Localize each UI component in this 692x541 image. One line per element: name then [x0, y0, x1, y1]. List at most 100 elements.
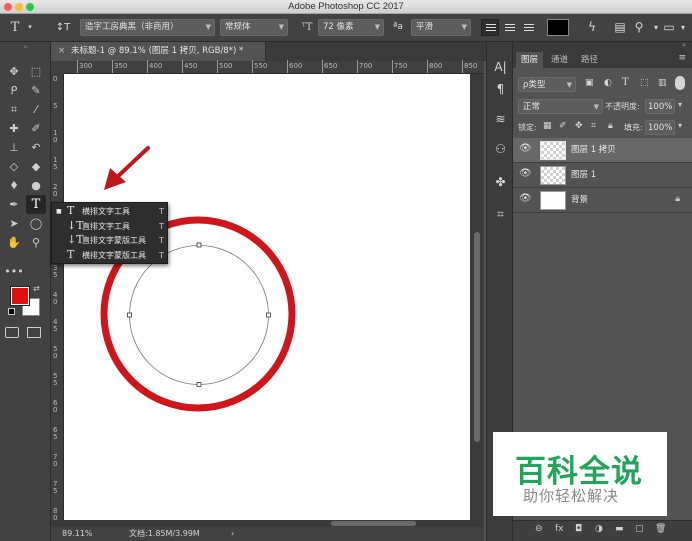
character-panel-icon[interactable]: A|	[491, 58, 510, 77]
collapse-panel-icon[interactable]: «	[682, 41, 686, 49]
blur-tool[interactable]: ♦	[4, 176, 24, 195]
vertical-ruler[interactable]: 051 01 52 02 53 03 54 04 55 05 56 06 57 …	[51, 74, 64, 522]
screen-mode-icon[interactable]	[27, 327, 41, 338]
flyout-item-2[interactable]: ↓T 直排文字工具 T	[52, 219, 169, 234]
trash-icon[interactable]: 🗑	[655, 524, 666, 534]
healing-tool[interactable]: ✚	[4, 119, 24, 138]
font-size-select[interactable]: 72 像素 ▼	[318, 19, 384, 36]
quick-select-tool[interactable]: ✎	[26, 81, 46, 100]
workspace-icon[interactable]: ▭	[660, 19, 678, 36]
lock-all-icon[interactable]: 🔒︎	[608, 121, 613, 131]
eraser-tool[interactable]: ◇	[4, 157, 24, 176]
lock-pixels-icon[interactable]: ✐	[559, 121, 567, 131]
warp-text-icon[interactable]: ϟ	[583, 19, 601, 36]
filter-smart-object-icon[interactable]: ▥	[658, 78, 667, 88]
eyedropper-tool[interactable]: ⁄	[26, 100, 46, 119]
zoom-level[interactable]: 89.11%	[62, 527, 93, 541]
tab-paths[interactable]: 路径	[576, 52, 603, 68]
layers-panel-icon[interactable]: ≋	[491, 110, 510, 129]
font-family-select[interactable]: 造字工房典黑（非商用） ▼	[80, 19, 215, 36]
layer-name[interactable]: 图层 1	[571, 163, 596, 188]
anchor-point-bottom[interactable]	[196, 382, 202, 387]
filter-toggle[interactable]	[675, 76, 685, 90]
horizontal-ruler[interactable]: 300 350 400 450 500 550 600 650 700 750 800 850	[64, 60, 484, 74]
circle-path[interactable]	[129, 245, 269, 385]
opacity-input[interactable]: 100%	[645, 99, 675, 114]
chevron-down-icon[interactable]: ▾	[678, 100, 682, 109]
zoom-tool[interactable]: ⚲	[26, 233, 46, 252]
lock-position-icon[interactable]: ✥	[575, 121, 583, 131]
tool-preset-picker[interactable]: T	[6, 19, 24, 36]
add-mask-icon[interactable]: ◘	[575, 524, 582, 534]
layer-filter-select[interactable]: ρ类型 ▼	[518, 77, 576, 92]
channels-panel-icon[interactable]: ⚇	[491, 140, 510, 159]
layer-row[interactable]: 👁︎ 图层 1 拷贝	[513, 138, 692, 163]
flyout-item-1[interactable]: ■ T 横排文字工具 T	[52, 204, 169, 219]
align-center-button[interactable]	[500, 19, 518, 36]
foreground-color-swatch[interactable]	[10, 286, 30, 306]
scrollbar-thumb[interactable]	[474, 232, 480, 442]
text-orientation-toggle[interactable]: ↕T	[52, 19, 74, 36]
panel-menu-icon[interactable]: ≡	[678, 53, 686, 63]
group-folder-icon[interactable]: ▬	[615, 524, 624, 534]
close-tab-icon[interactable]: ×	[58, 42, 65, 61]
filter-type-icon[interactable]: T	[622, 77, 629, 88]
layer-row[interactable]: 👁︎ 图层 1	[513, 163, 692, 188]
tab-layers[interactable]: 图层	[516, 52, 544, 68]
fill-input[interactable]: 100%	[645, 120, 675, 135]
scrollbar-thumb[interactable]	[331, 521, 416, 526]
brush-tool[interactable]: ✐	[26, 119, 46, 138]
stamp-tool[interactable]: ⊥	[4, 138, 24, 157]
bucket-tool[interactable]: ◆	[26, 157, 46, 176]
layer-row[interactable]: 👁︎ 背景 🔒︎	[513, 188, 692, 213]
align-left-button[interactable]	[481, 19, 499, 36]
text-color-swatch[interactable]	[547, 19, 569, 36]
chevron-down-icon[interactable]: ▾	[25, 19, 35, 36]
chevron-down-icon[interactable]: ▾	[678, 121, 682, 130]
history-brush-tool[interactable]: ↶	[26, 138, 46, 157]
default-colors-icon[interactable]	[8, 308, 15, 315]
font-style-select[interactable]: 常规体 ▼	[220, 19, 288, 36]
dodge-tool[interactable]: ●	[26, 176, 46, 195]
anchor-point-top[interactable]	[196, 242, 202, 248]
chevron-down-icon[interactable]: ▾	[677, 19, 689, 36]
crop-tool[interactable]: ⌗	[4, 100, 24, 119]
marquee-tool[interactable]: ⬚	[26, 62, 46, 81]
hand-tool[interactable]: ✋	[4, 233, 24, 252]
artboard-panel-icon[interactable]: ⌗	[491, 205, 510, 224]
ellipse-tool[interactable]: ◯	[26, 214, 46, 233]
lock-artboard-icon[interactable]: ⌗	[591, 121, 596, 131]
status-menu-arrow[interactable]: ›	[231, 527, 234, 541]
layer-thumbnail[interactable]	[540, 191, 566, 210]
libraries-panel-icon[interactable]: ✤	[491, 173, 510, 192]
align-right-button[interactable]	[519, 19, 537, 36]
lock-icon[interactable]: 🔒︎	[675, 194, 680, 204]
filter-shape-icon[interactable]: ⬚	[640, 78, 649, 88]
blend-mode-select[interactable]: 正常 ▼	[518, 99, 603, 114]
flyout-item-4[interactable]: T 横排文字蒙版工具 T	[52, 247, 169, 263]
vertical-scrollbar[interactable]	[470, 74, 484, 520]
adjustment-layer-icon[interactable]: ◑	[595, 524, 603, 534]
visibility-eye-icon[interactable]: 👁︎	[519, 143, 532, 154]
horizontal-scrollbar[interactable]	[51, 520, 484, 527]
quick-mask-icon[interactable]	[5, 327, 19, 338]
anchor-point-right[interactable]	[266, 312, 271, 318]
layer-thumbnail[interactable]	[540, 141, 566, 160]
type-tool[interactable]: T	[26, 195, 46, 214]
visibility-eye-icon[interactable]: 👁︎	[519, 193, 532, 204]
tab-channels[interactable]: 通道	[546, 52, 573, 68]
pen-tool[interactable]: ✒	[4, 195, 24, 214]
move-tool[interactable]: ✥	[4, 62, 24, 81]
flyout-item-3[interactable]: ↓T 直排文字蒙版工具 T	[52, 233, 169, 248]
layer-name[interactable]: 背景	[571, 188, 588, 213]
layer-style-icon[interactable]: fx	[555, 524, 564, 534]
edit-toolbar-button[interactable]: •••	[4, 262, 24, 281]
filter-pixel-icon[interactable]: ▣	[585, 78, 594, 88]
document-tab[interactable]: × 未标题-1 @ 89.1% (图层 1 拷贝, RGB/8*) *	[51, 42, 266, 61]
layer-thumbnail[interactable]	[540, 166, 566, 185]
lock-transparent-icon[interactable]: ▦	[543, 121, 552, 131]
character-panel-icon[interactable]: ▤	[611, 19, 629, 36]
swap-colors-icon[interactable]: ⇄	[33, 284, 40, 293]
search-icon[interactable]: ⚲	[630, 19, 648, 36]
lasso-tool[interactable]: ᑭ	[4, 81, 24, 100]
